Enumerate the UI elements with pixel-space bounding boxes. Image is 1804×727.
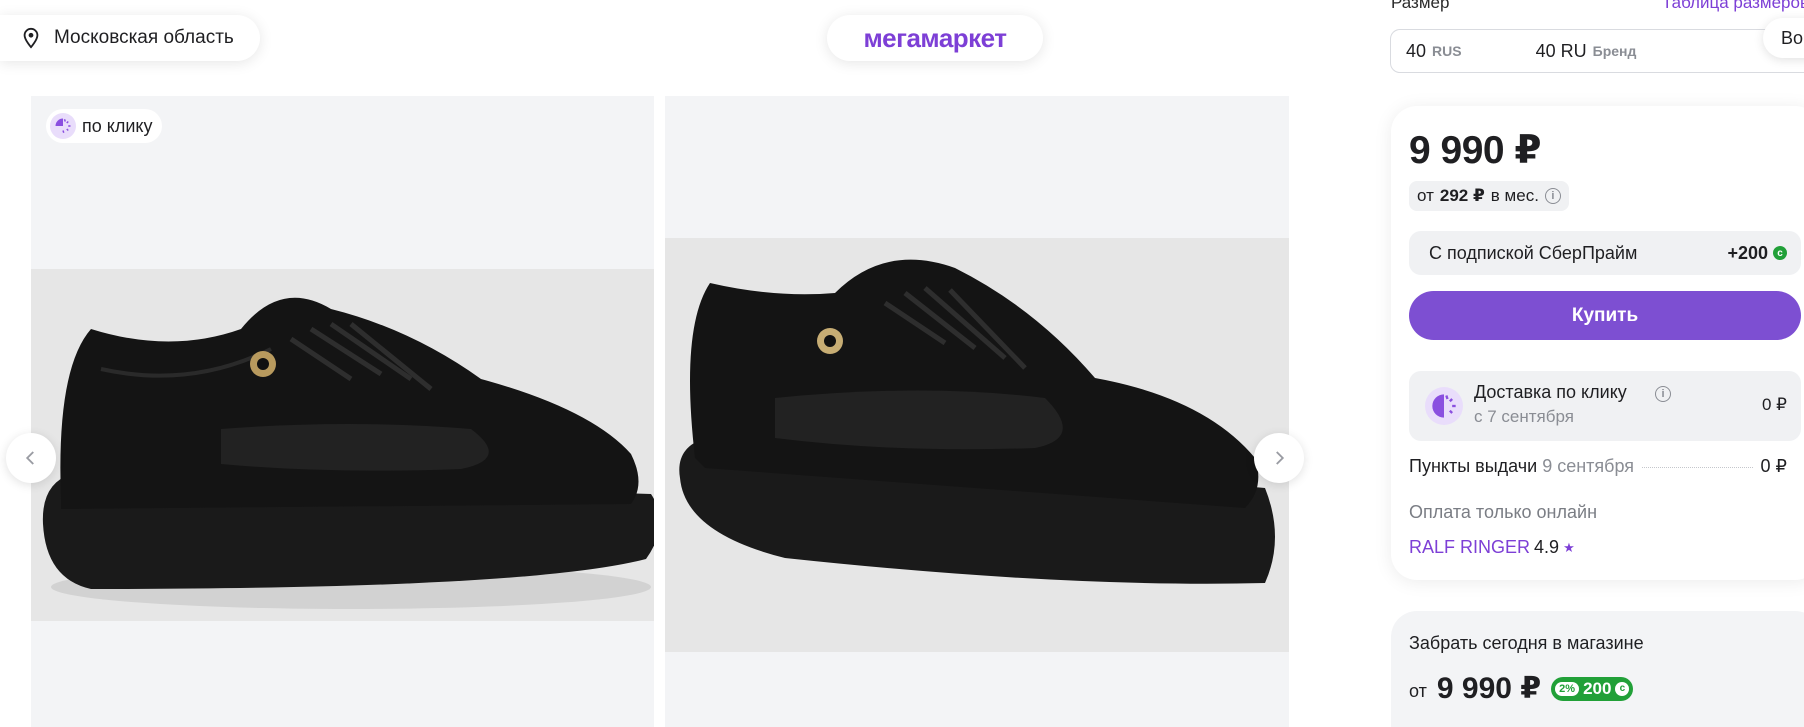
delivery-option[interactable]: Доставка по клику i с 7 сентября 0 ₽ xyxy=(1409,371,1801,441)
seller-rating: 4.9 xyxy=(1534,537,1560,557)
store-price: 9 990 ₽ xyxy=(1436,672,1542,705)
buy-button[interactable]: Купить xyxy=(1409,291,1801,340)
seller-name[interactable]: RALF RINGER xyxy=(1409,537,1530,558)
size-select[interactable]: 40 RUS 40 RU Бренд xyxy=(1390,29,1804,73)
dotted-leader xyxy=(1642,467,1753,468)
size-unit-brand: Бренд xyxy=(1592,43,1637,59)
size-table-link[interactable]: Таблица размеров xyxy=(1662,0,1804,13)
location-selector[interactable]: Московская область xyxy=(0,15,260,61)
sberprime-bonus: +200 xyxy=(1727,242,1768,263)
pickup-points-row[interactable]: Пункты выдачи 9 сентября 0 ₽ xyxy=(1409,456,1787,477)
delivery-price: 0 ₽ xyxy=(1762,395,1787,414)
store-price-prefix: от xyxy=(1409,681,1427,701)
click-badge-label: по клику xyxy=(82,115,153,136)
sneaker-image-side xyxy=(31,269,654,621)
gallery-prev-button[interactable] xyxy=(6,433,56,483)
pickup-date: 9 сентября xyxy=(1542,456,1635,476)
info-icon[interactable]: i xyxy=(1544,188,1561,204)
sberprime-label: С подпиской СберПрайм xyxy=(1429,242,1638,263)
chevron-left-icon xyxy=(25,451,34,465)
star-icon: ★ xyxy=(1563,539,1575,555)
installment-prefix: от xyxy=(1417,186,1434,205)
click-spark-icon xyxy=(1425,387,1463,425)
size-label: Размер xyxy=(1391,0,1450,12)
store-bonus-badge: 2% 200 с xyxy=(1551,676,1634,701)
click-spark-icon xyxy=(50,113,76,139)
size-value-brand: 40 RU xyxy=(1535,40,1587,61)
size-unit-rus: RUS xyxy=(1432,43,1462,59)
sneaker-image-angle xyxy=(665,238,1289,652)
gallery-next-button[interactable] xyxy=(1254,433,1304,483)
click-delivery-badge: по клику xyxy=(46,109,163,143)
store-pickup-title: Забрать сегодня в магазине xyxy=(1409,633,1644,653)
side-pill-button[interactable]: Во xyxy=(1763,18,1804,58)
sber-coin-icon: с xyxy=(1773,246,1787,260)
pickup-label: Пункты выдачи xyxy=(1409,456,1538,476)
delivery-date: с 7 сентября xyxy=(1474,407,1574,426)
megamarket-logo[interactable]: мегамаркет xyxy=(827,15,1043,61)
installment-suffix: в мес. xyxy=(1490,186,1539,205)
info-icon[interactable]: i xyxy=(1655,386,1671,402)
installment-info[interactable]: от 292 ₽ в мес. i xyxy=(1409,181,1569,211)
bonus-amount: 200 xyxy=(1583,678,1612,698)
product-price: 9 990 ₽ xyxy=(1409,129,1542,172)
store-pickup-card[interactable]: Забрать сегодня в магазине от 9 990 ₽ 2%… xyxy=(1391,611,1804,727)
sberprime-row[interactable]: С подпиской СберПрайм +200 с xyxy=(1409,231,1801,275)
installment-amount: 292 ₽ xyxy=(1439,186,1485,205)
seller-info[interactable]: RALF RINGER 4.9 ★ xyxy=(1409,537,1575,558)
bonus-percent: 2% xyxy=(1555,681,1580,696)
location-pin-icon xyxy=(23,27,39,49)
sber-coin-icon: с xyxy=(1615,681,1630,696)
delivery-title: Доставка по клику xyxy=(1474,382,1627,402)
size-value-rus: 40 xyxy=(1406,40,1427,61)
chevron-right-icon xyxy=(1276,451,1285,465)
location-label: Московская область xyxy=(54,27,234,48)
pickup-price: 0 ₽ xyxy=(1760,456,1787,476)
online-payment-note: Оплата только онлайн xyxy=(1409,502,1598,522)
buy-card: 9 990 ₽ от 292 ₽ в мес. i С подпиской Сб… xyxy=(1391,106,1804,580)
